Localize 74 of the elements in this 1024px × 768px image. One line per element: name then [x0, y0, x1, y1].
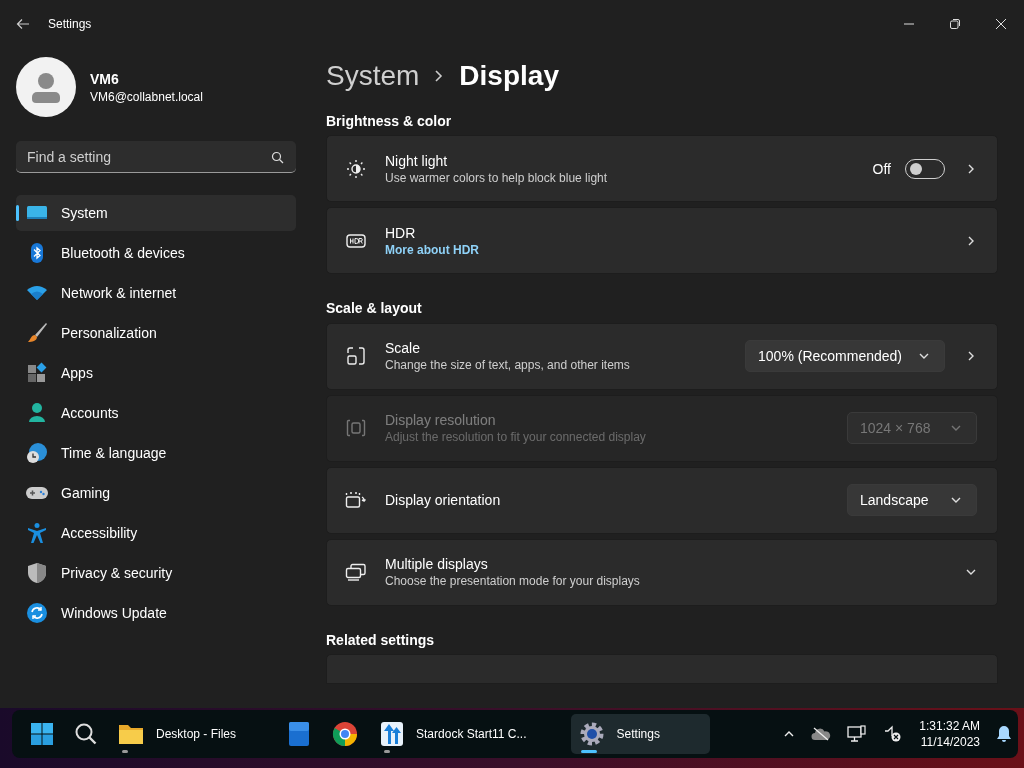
- network-icon[interactable]: [847, 725, 868, 743]
- gear-icon: [578, 721, 605, 747]
- settings-card[interactable]: Scale Change the size of text, apps, and other items 100% (Recommended): [326, 322, 998, 390]
- search-field[interactable]: Find a setting: [16, 141, 296, 173]
- refresh-icon: [26, 602, 48, 624]
- accessibility-icon: [26, 522, 48, 544]
- scale-icon: [346, 346, 366, 367]
- restore-icon[interactable]: [949, 18, 961, 30]
- setting-title: Night light: [385, 152, 449, 169]
- nav-item[interactable]: Network & internet: [16, 275, 296, 311]
- section-heading: Brightness & color: [326, 111, 453, 131]
- nav-item[interactable]: Gaming: [16, 475, 296, 511]
- monitor-icon: [26, 204, 48, 222]
- nav-item[interactable]: Apps: [16, 355, 296, 391]
- more-link[interactable]: More about HDR: [385, 242, 945, 257]
- wifi-icon: [26, 284, 48, 302]
- orientation-icon: [345, 491, 367, 510]
- monitors-icon: [345, 563, 367, 582]
- app-icon: [288, 721, 311, 747]
- setting-description: Use warmer colors to help block blue light: [385, 170, 609, 185]
- dropdown[interactable]: Landscape: [847, 484, 977, 517]
- taskbar-app[interactable]: Settings: [570, 714, 710, 754]
- search-icon: [271, 151, 284, 164]
- account-name: VM6: [90, 70, 120, 87]
- bell-icon[interactable]: [996, 725, 1012, 743]
- start-icon[interactable]: [30, 722, 54, 746]
- resolution-icon: [346, 419, 366, 438]
- dropdown[interactable]: 100% (Recommended): [745, 340, 945, 373]
- setting-description: Change the size of text, apps, and other items: [385, 358, 631, 373]
- cloud-icon[interactable]: [811, 727, 832, 741]
- sun-icon: [346, 158, 366, 179]
- page-title: Display: [459, 59, 559, 92]
- globe-clock-icon: [26, 442, 48, 464]
- search-icon[interactable]: [74, 722, 98, 746]
- settings-card[interactable]: HDR More about HDR: [326, 207, 998, 275]
- nav-item[interactable]: Windows Update: [16, 595, 296, 631]
- chrome-icon: [332, 721, 359, 747]
- settings-card[interactable]: Display orientation Landscape: [326, 466, 998, 534]
- setting-title: Display orientation: [385, 492, 502, 509]
- shield-icon: [26, 562, 48, 584]
- close-icon[interactable]: [995, 18, 1007, 30]
- setting-title: Multiple displays: [385, 556, 489, 573]
- setting-title: HDR: [385, 224, 417, 241]
- setting-description: Choose the presentation mode for your displays: [385, 574, 641, 589]
- settings-card[interactable]: Night light Use warmer colors to help block blue light Off: [326, 135, 998, 203]
- person-icon: [26, 402, 48, 424]
- window-title: Settings: [48, 17, 93, 31]
- back-icon[interactable]: [16, 18, 30, 30]
- nav-item[interactable]: System: [16, 195, 296, 231]
- avatar: [16, 57, 76, 117]
- apps-icon: [26, 362, 48, 384]
- arrows-icon: [380, 721, 405, 747]
- folder-icon: [118, 722, 144, 746]
- clock[interactable]: 1:31:32 AM 11/14/2023: [919, 719, 980, 749]
- taskbar-app[interactable]: Desktop - Files: [110, 714, 275, 754]
- brush-icon: [26, 322, 48, 344]
- nav-item[interactable]: Time & language: [16, 435, 296, 471]
- settings-card[interactable]: Multiple displays Choose the presentation mode for your displays: [326, 538, 998, 606]
- hdr-icon: [346, 233, 366, 248]
- section-heading: Scale & layout: [326, 299, 423, 319]
- nav-item[interactable]: Bluetooth & devices: [16, 235, 296, 271]
- setting-title: Scale: [385, 340, 422, 357]
- nav-item[interactable]: Accounts: [16, 395, 296, 431]
- taskbar-app[interactable]: Stardock Start11 C...: [372, 714, 565, 754]
- setting-title: Display resolution: [385, 412, 497, 429]
- nav-item[interactable]: Personalization: [16, 315, 296, 351]
- gamepad-icon: [25, 484, 49, 502]
- toggle-state: Off: [872, 160, 891, 177]
- setting-description: Adjust the resolution to fit your connected display: [385, 430, 647, 445]
- section-heading: Related settings: [326, 630, 436, 650]
- nav-item[interactable]: Privacy & security: [16, 555, 296, 591]
- breadcrumb-link[interactable]: System: [326, 59, 420, 92]
- account-email: VM6@collabnet.local: [90, 89, 203, 104]
- nav-item[interactable]: Accessibility: [16, 515, 296, 551]
